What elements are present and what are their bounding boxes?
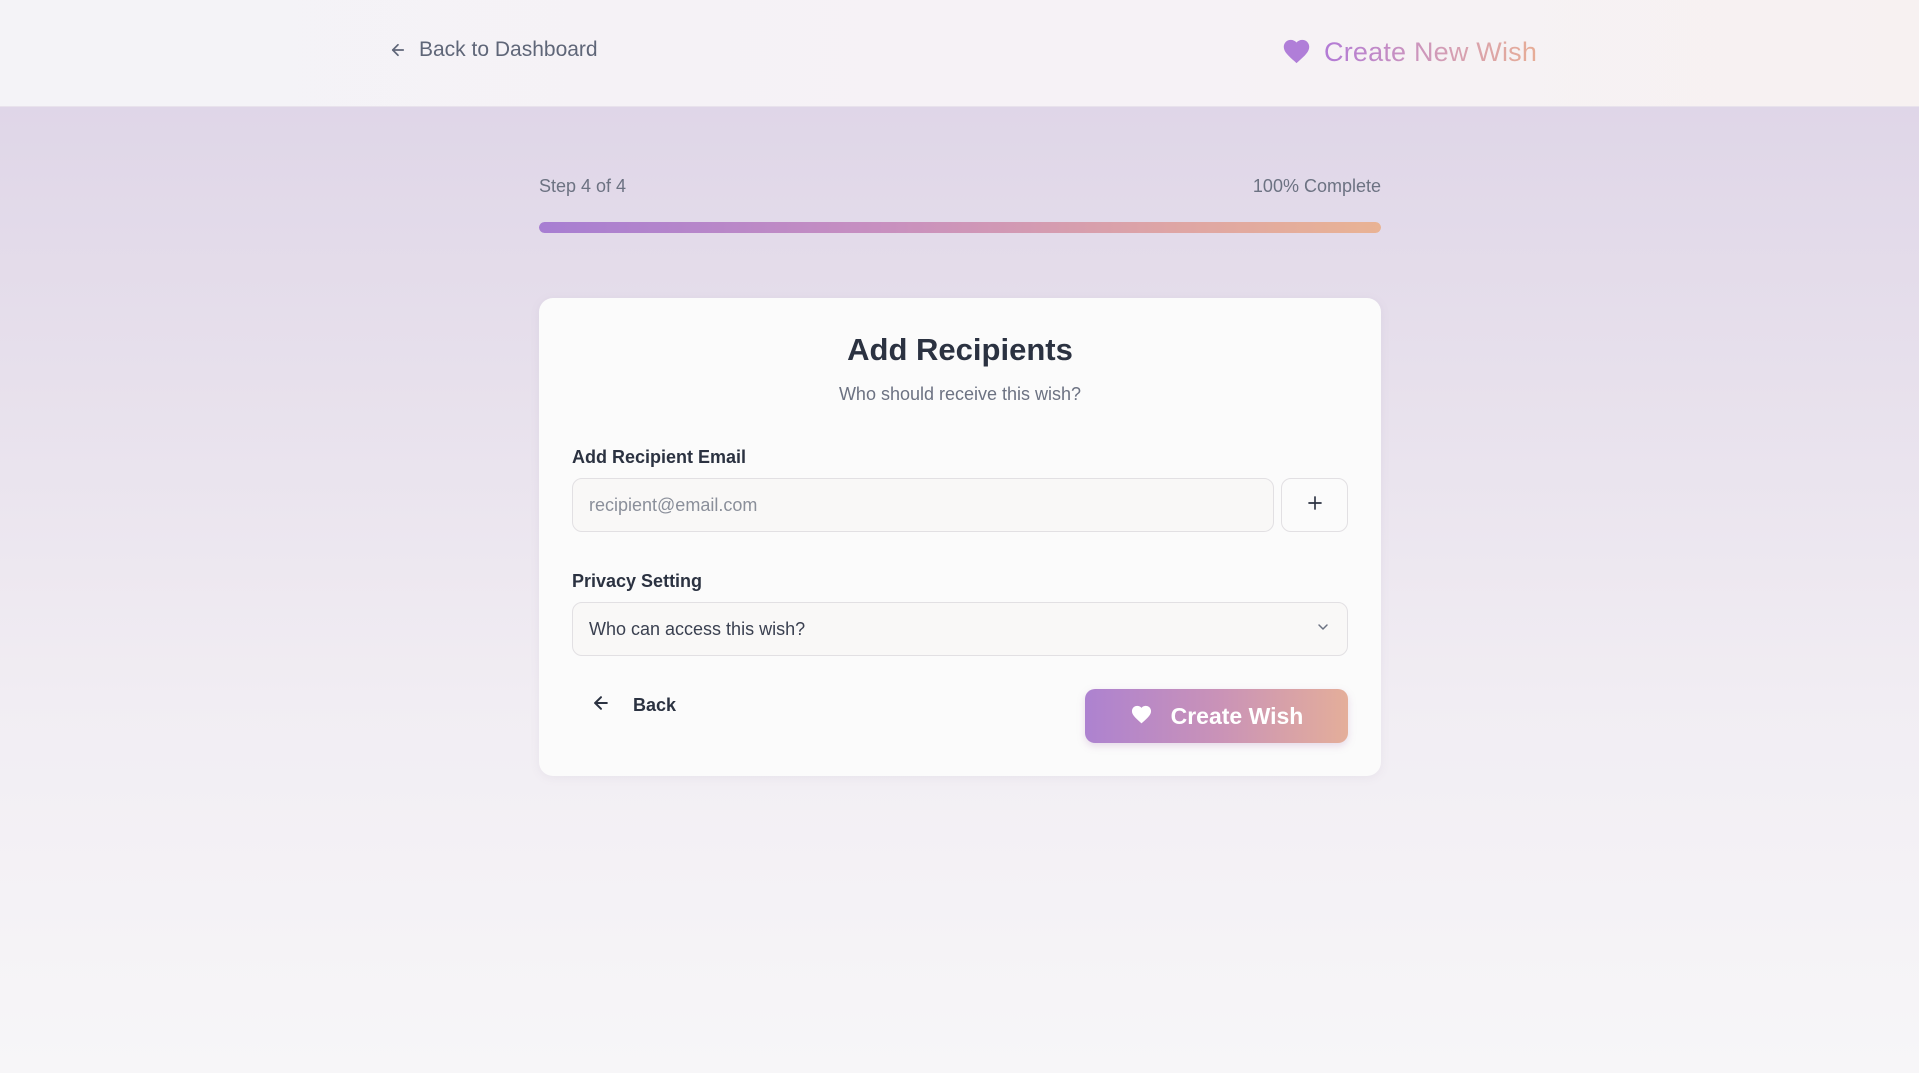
top-bar: Back to Dashboard Create New Wish	[0, 0, 1919, 107]
heart-icon	[1130, 703, 1153, 730]
back-button-label: Back	[633, 694, 677, 715]
privacy-label: Privacy Setting	[572, 571, 703, 591]
progress-bar	[539, 222, 1381, 233]
progress-bar-fill	[539, 222, 1381, 233]
page-brand: Create New Wish	[1281, 36, 1537, 69]
progress-percent: 100% Complete	[1252, 176, 1381, 196]
privacy-select[interactable]: Who can access this wish?	[572, 602, 1348, 656]
step-indicator: Step 4 of 4	[539, 176, 627, 196]
create-wish-button[interactable]: Create Wish	[1085, 689, 1348, 743]
create-wish-label: Create Wish	[1170, 702, 1304, 729]
card-subtitle: Who should receive this wish?	[838, 384, 1082, 404]
plus-icon	[1306, 494, 1324, 517]
recipient-email-input[interactable]	[572, 478, 1274, 532]
heart-icon	[1281, 36, 1312, 69]
arrow-left-icon	[389, 41, 407, 59]
chevron-down-icon	[1315, 619, 1331, 640]
back-to-dashboard-label: Back to Dashboard	[419, 38, 598, 61]
add-recipient-button[interactable]	[1281, 478, 1348, 532]
back-to-dashboard-link[interactable]: Back to Dashboard	[389, 38, 598, 62]
back-button[interactable]: Back	[591, 685, 676, 725]
page-title: Create New Wish	[1324, 37, 1538, 67]
arrow-left-icon	[591, 693, 611, 718]
email-label: Add Recipient Email	[572, 447, 747, 467]
progress-header: Step 4 of 4 100% Complete	[539, 176, 1381, 197]
card-title: Add Recipients	[847, 332, 1073, 367]
recipients-card: Add Recipients Who should receive this w…	[539, 298, 1381, 776]
privacy-select-value: Who can access this wish?	[589, 618, 806, 639]
